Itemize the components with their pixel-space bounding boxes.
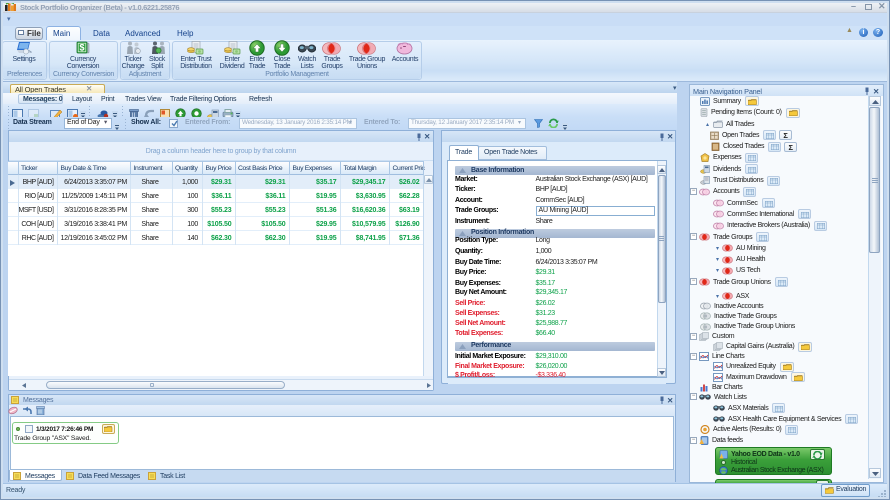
svg-text:$: $ xyxy=(79,43,84,53)
